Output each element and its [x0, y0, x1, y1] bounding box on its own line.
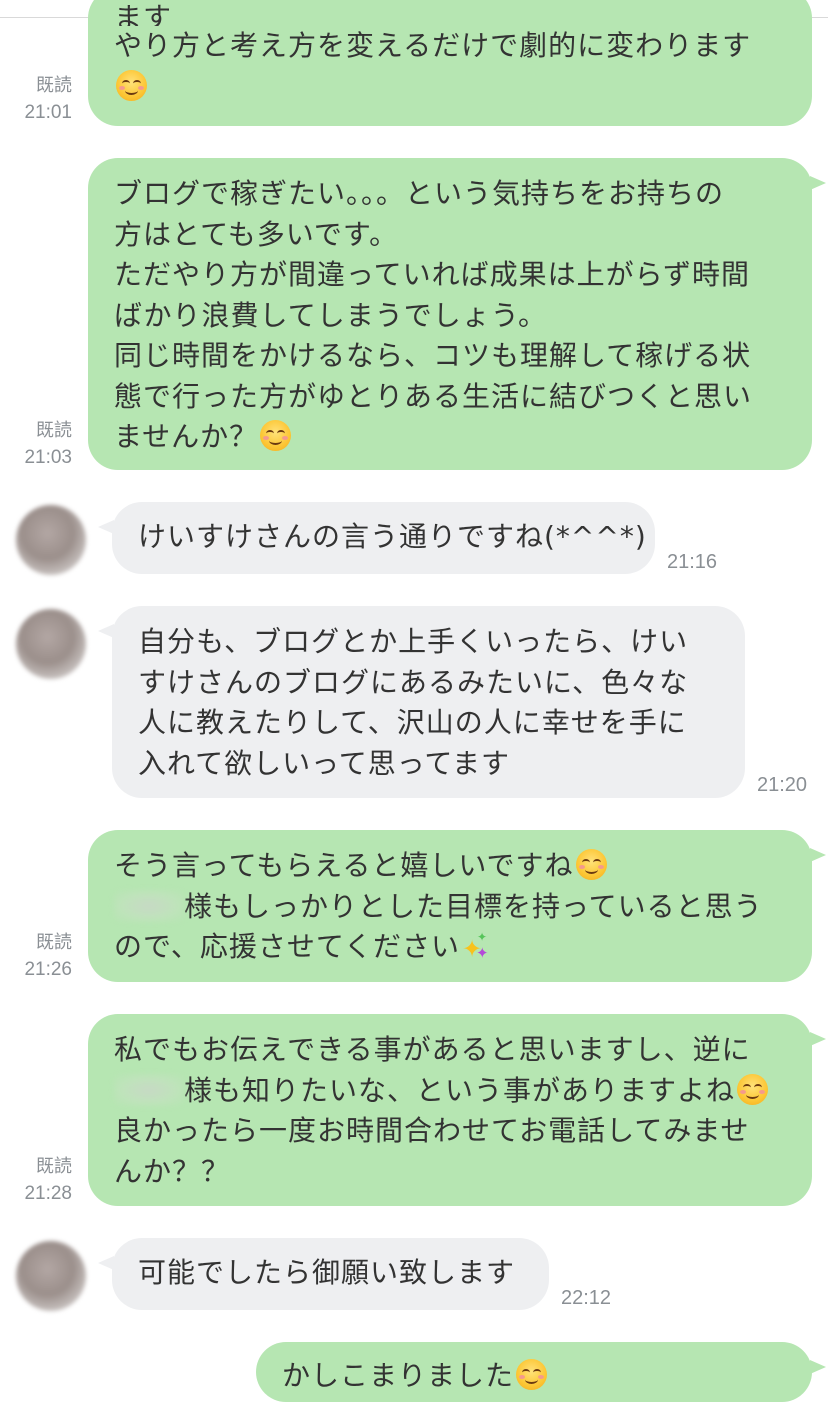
message-meta: 既読 21:26 [10, 929, 72, 983]
read-receipt: 既読 [36, 1156, 72, 1176]
bubble-tail [810, 176, 826, 190]
smiling-face-icon [260, 420, 292, 451]
message-line: 私でもお伝えできる事があると思いますし、逆に [114, 1033, 751, 1066]
contact-avatar[interactable] [16, 1241, 86, 1311]
message-meta: 既読 21:01 [10, 72, 72, 126]
message-line: ブログで稼ぎたい。。。という気持ちをお持ちの [114, 177, 725, 210]
contact-avatar[interactable] [16, 609, 86, 679]
message-line: ただやり方が間違っていれば成果は上がらず時間 [114, 258, 751, 291]
message-line: ばかり浪費してしまうでしょう。 [114, 298, 548, 332]
message-line: 人に教えたりして、沢山の人に幸せを手に [138, 706, 687, 739]
incoming-message[interactable]: けいすけさんの言う通りですね(*^^*) [98, 502, 655, 574]
message-text: ので、応援させてください [114, 930, 461, 963]
message-meta: 既読 21:03 [10, 417, 72, 471]
message-line: 可能でしたら御願い致します [138, 1256, 516, 1289]
message-time: 21:28 [24, 1183, 72, 1204]
incoming-message[interactable]: 可能でしたら御願い致します [98, 1238, 549, 1310]
message-text: ませんか？ [114, 420, 259, 453]
read-receipt: 既読 [36, 75, 72, 95]
smiling-face-icon [737, 1073, 769, 1105]
outgoing-message[interactable]: かしこまりました [256, 1342, 826, 1402]
message-time: 21:01 [24, 102, 72, 123]
outgoing-message[interactable]: ブログで稼ぎたい。。。という気持ちをお持ちの 方はとても多いです。 ただやり方が… [88, 158, 826, 470]
message-emoji-line [114, 67, 786, 108]
incoming-message[interactable]: 自分も、ブログとか上手くいったら、けい すけさんのブログにあるみたいに、色々な … [98, 606, 745, 798]
message-line: そう言ってもらえると嬉しいですね [114, 846, 786, 887]
bubble-tail [810, 1360, 826, 1374]
outgoing-message[interactable]: 私でもお伝えできる事があると思いますし、逆に 様も知りたいな、という事があります… [88, 1014, 826, 1206]
message-line: やり方と考え方を変えるだけで劇的に変わります [114, 29, 752, 62]
message-time: 22:12 [561, 1287, 612, 1309]
message-line: 良かったら一度お時間合わせてお電話してみませ [114, 1114, 750, 1147]
message-line: 方はとても多いです。 [114, 217, 399, 251]
redacted-name [114, 1073, 184, 1106]
message-line: ので、応援させてください ✦ ✦ ✦ [114, 927, 786, 968]
redacted-name [114, 889, 184, 922]
bubble-tail [98, 1256, 114, 1270]
message-line: 態で行った方がゆとりある生活に結びつくと思い [114, 379, 753, 413]
message-line: ませんか？ [114, 417, 786, 458]
sparkles-icon: ✦ ✦ ✦ [462, 930, 490, 963]
outgoing-message[interactable]: ます やり方と考え方を変えるだけで劇的に変わります [88, 0, 812, 126]
message-text: 様も知りたいな、という事がありますよね [184, 1073, 736, 1107]
smiling-face-icon [516, 1359, 548, 1390]
message-line: かしこまりました [282, 1356, 786, 1397]
message-line: 同じ時間をかけるなら、コツも理解して稼げる状 [114, 339, 752, 372]
message-line: 自分も、ブログとか上手くいったら、けい [138, 625, 689, 658]
message-line: んか？？ [114, 1154, 231, 1188]
message-text: 様もしっかりとした目標を持っていると思う [184, 889, 763, 923]
message-time: 21:16 [667, 551, 718, 573]
bubble-tail [98, 624, 114, 638]
message-meta: 既読 21:28 [10, 1153, 72, 1207]
outgoing-message[interactable]: そう言ってもらえると嬉しいですね 様もしっかりとした目標を持っていると思う ので… [88, 830, 826, 982]
message-text: かしこまりました [282, 1359, 515, 1392]
bubble-tail [810, 848, 826, 862]
message-line: 様もしっかりとした目標を持っていると思う [114, 887, 786, 928]
smiling-face-icon [116, 69, 147, 101]
message-line: すけさんのブログにあるみたいに、色々な [138, 665, 689, 699]
read-receipt: 既読 [36, 932, 72, 952]
message-text: そう言ってもらえると嬉しいですね [114, 849, 574, 882]
message-time: 21:20 [757, 774, 808, 796]
bubble-tail [810, 1032, 826, 1046]
message-line: 入れて欲しいって思ってます [138, 746, 510, 780]
message-time: 21:03 [24, 447, 72, 468]
bubble-tail [98, 520, 114, 534]
contact-avatar[interactable] [16, 505, 86, 575]
message-line: 様も知りたいな、という事がありますよね [114, 1071, 786, 1112]
message-time: 21:26 [24, 959, 72, 980]
read-receipt: 既読 [36, 420, 72, 440]
message-line: けいすけさんの言う通りですね(*^^*) [138, 520, 647, 553]
message-line: ます [114, 1, 173, 26]
smiling-face-icon [575, 849, 607, 880]
